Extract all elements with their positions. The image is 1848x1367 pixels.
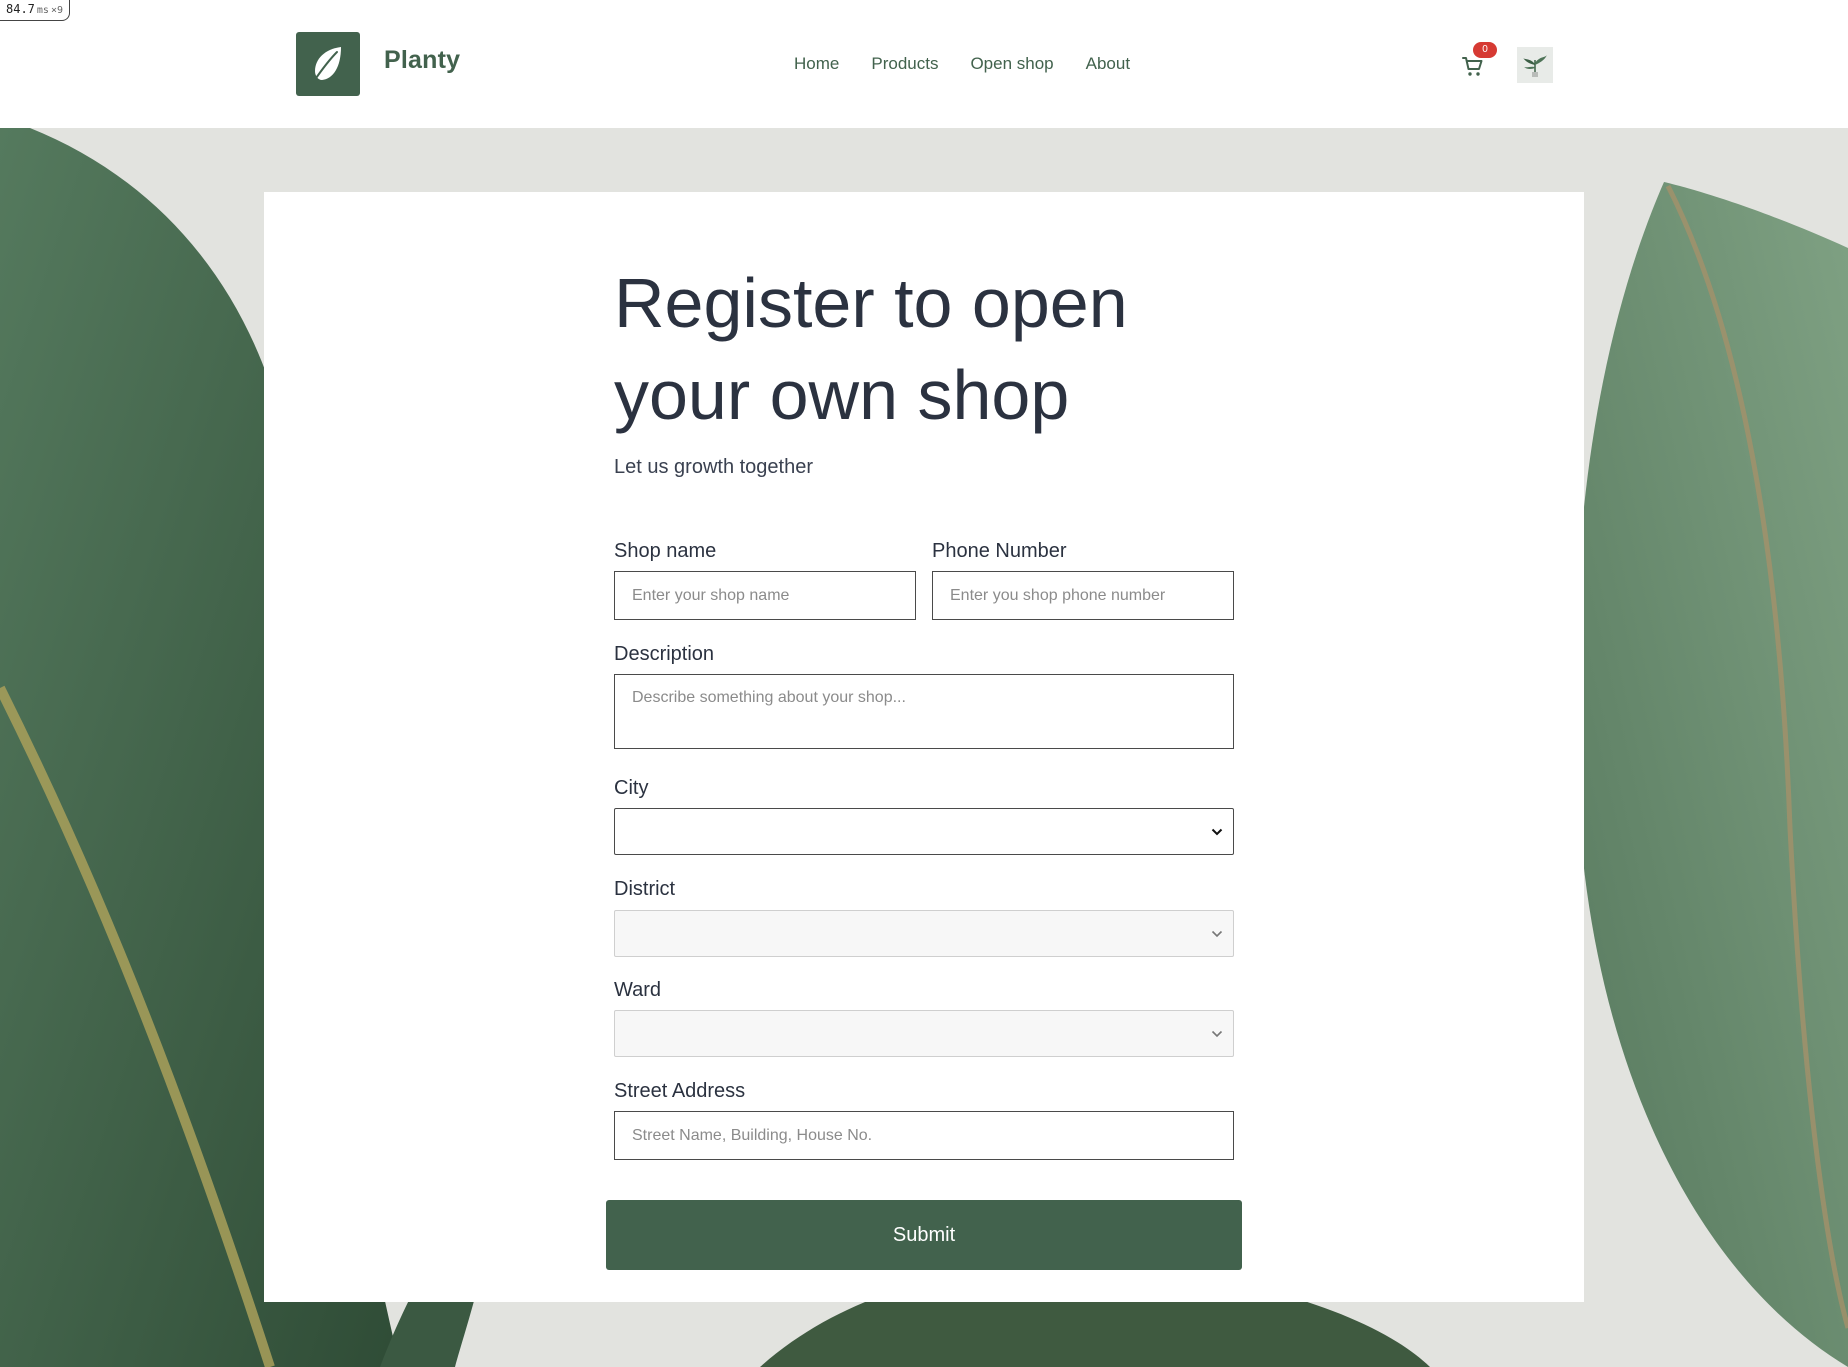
- main-nav: Home Products Open shop About: [794, 54, 1130, 74]
- description-textarea[interactable]: [614, 674, 1234, 749]
- ward-select[interactable]: [614, 1010, 1234, 1057]
- cart-count-badge: 0: [1473, 42, 1497, 58]
- submit-button[interactable]: Submit: [606, 1200, 1242, 1270]
- phone-input[interactable]: [932, 571, 1234, 620]
- page-subtitle: Let us growth together: [614, 456, 814, 478]
- shop-name-label: Shop name: [614, 540, 717, 562]
- nav-about[interactable]: About: [1086, 54, 1130, 74]
- district-label: District: [614, 878, 676, 900]
- chevron-down-icon: [1211, 930, 1223, 937]
- shop-name-input[interactable]: [614, 571, 916, 620]
- perf-value: 84.7: [6, 2, 35, 16]
- nav-open-shop[interactable]: Open shop: [970, 54, 1053, 74]
- nav-products[interactable]: Products: [871, 54, 938, 74]
- register-card: Register to open your own shop Let us gr…: [264, 192, 1584, 1302]
- district-select[interactable]: [614, 910, 1234, 957]
- street-label: Street Address: [614, 1080, 746, 1102]
- chevron-down-icon: [1211, 1030, 1223, 1037]
- site-header: Planty Home Products Open shop About 0: [0, 0, 1848, 128]
- city-select[interactable]: [614, 808, 1234, 855]
- phone-label: Phone Number: [932, 540, 1067, 562]
- chevron-down-icon: [1211, 828, 1223, 835]
- city-label: City: [614, 777, 649, 799]
- avatar[interactable]: [1517, 47, 1553, 83]
- plant-avatar-icon: [1523, 55, 1547, 77]
- ward-label: Ward: [614, 979, 662, 1001]
- perf-multiplier: ×9: [50, 5, 63, 16]
- nav-home[interactable]: Home: [794, 54, 839, 74]
- perf-badge: 84.7 ms ×9: [0, 0, 70, 21]
- leaf-icon: [313, 47, 341, 82]
- perf-unit: ms: [36, 5, 49, 16]
- description-label: Description: [614, 643, 715, 665]
- logo[interactable]: [296, 32, 360, 96]
- brand-name[interactable]: Planty: [384, 46, 460, 75]
- page-title: Register to open your own shop: [614, 264, 1128, 434]
- street-address-input[interactable]: [614, 1111, 1234, 1160]
